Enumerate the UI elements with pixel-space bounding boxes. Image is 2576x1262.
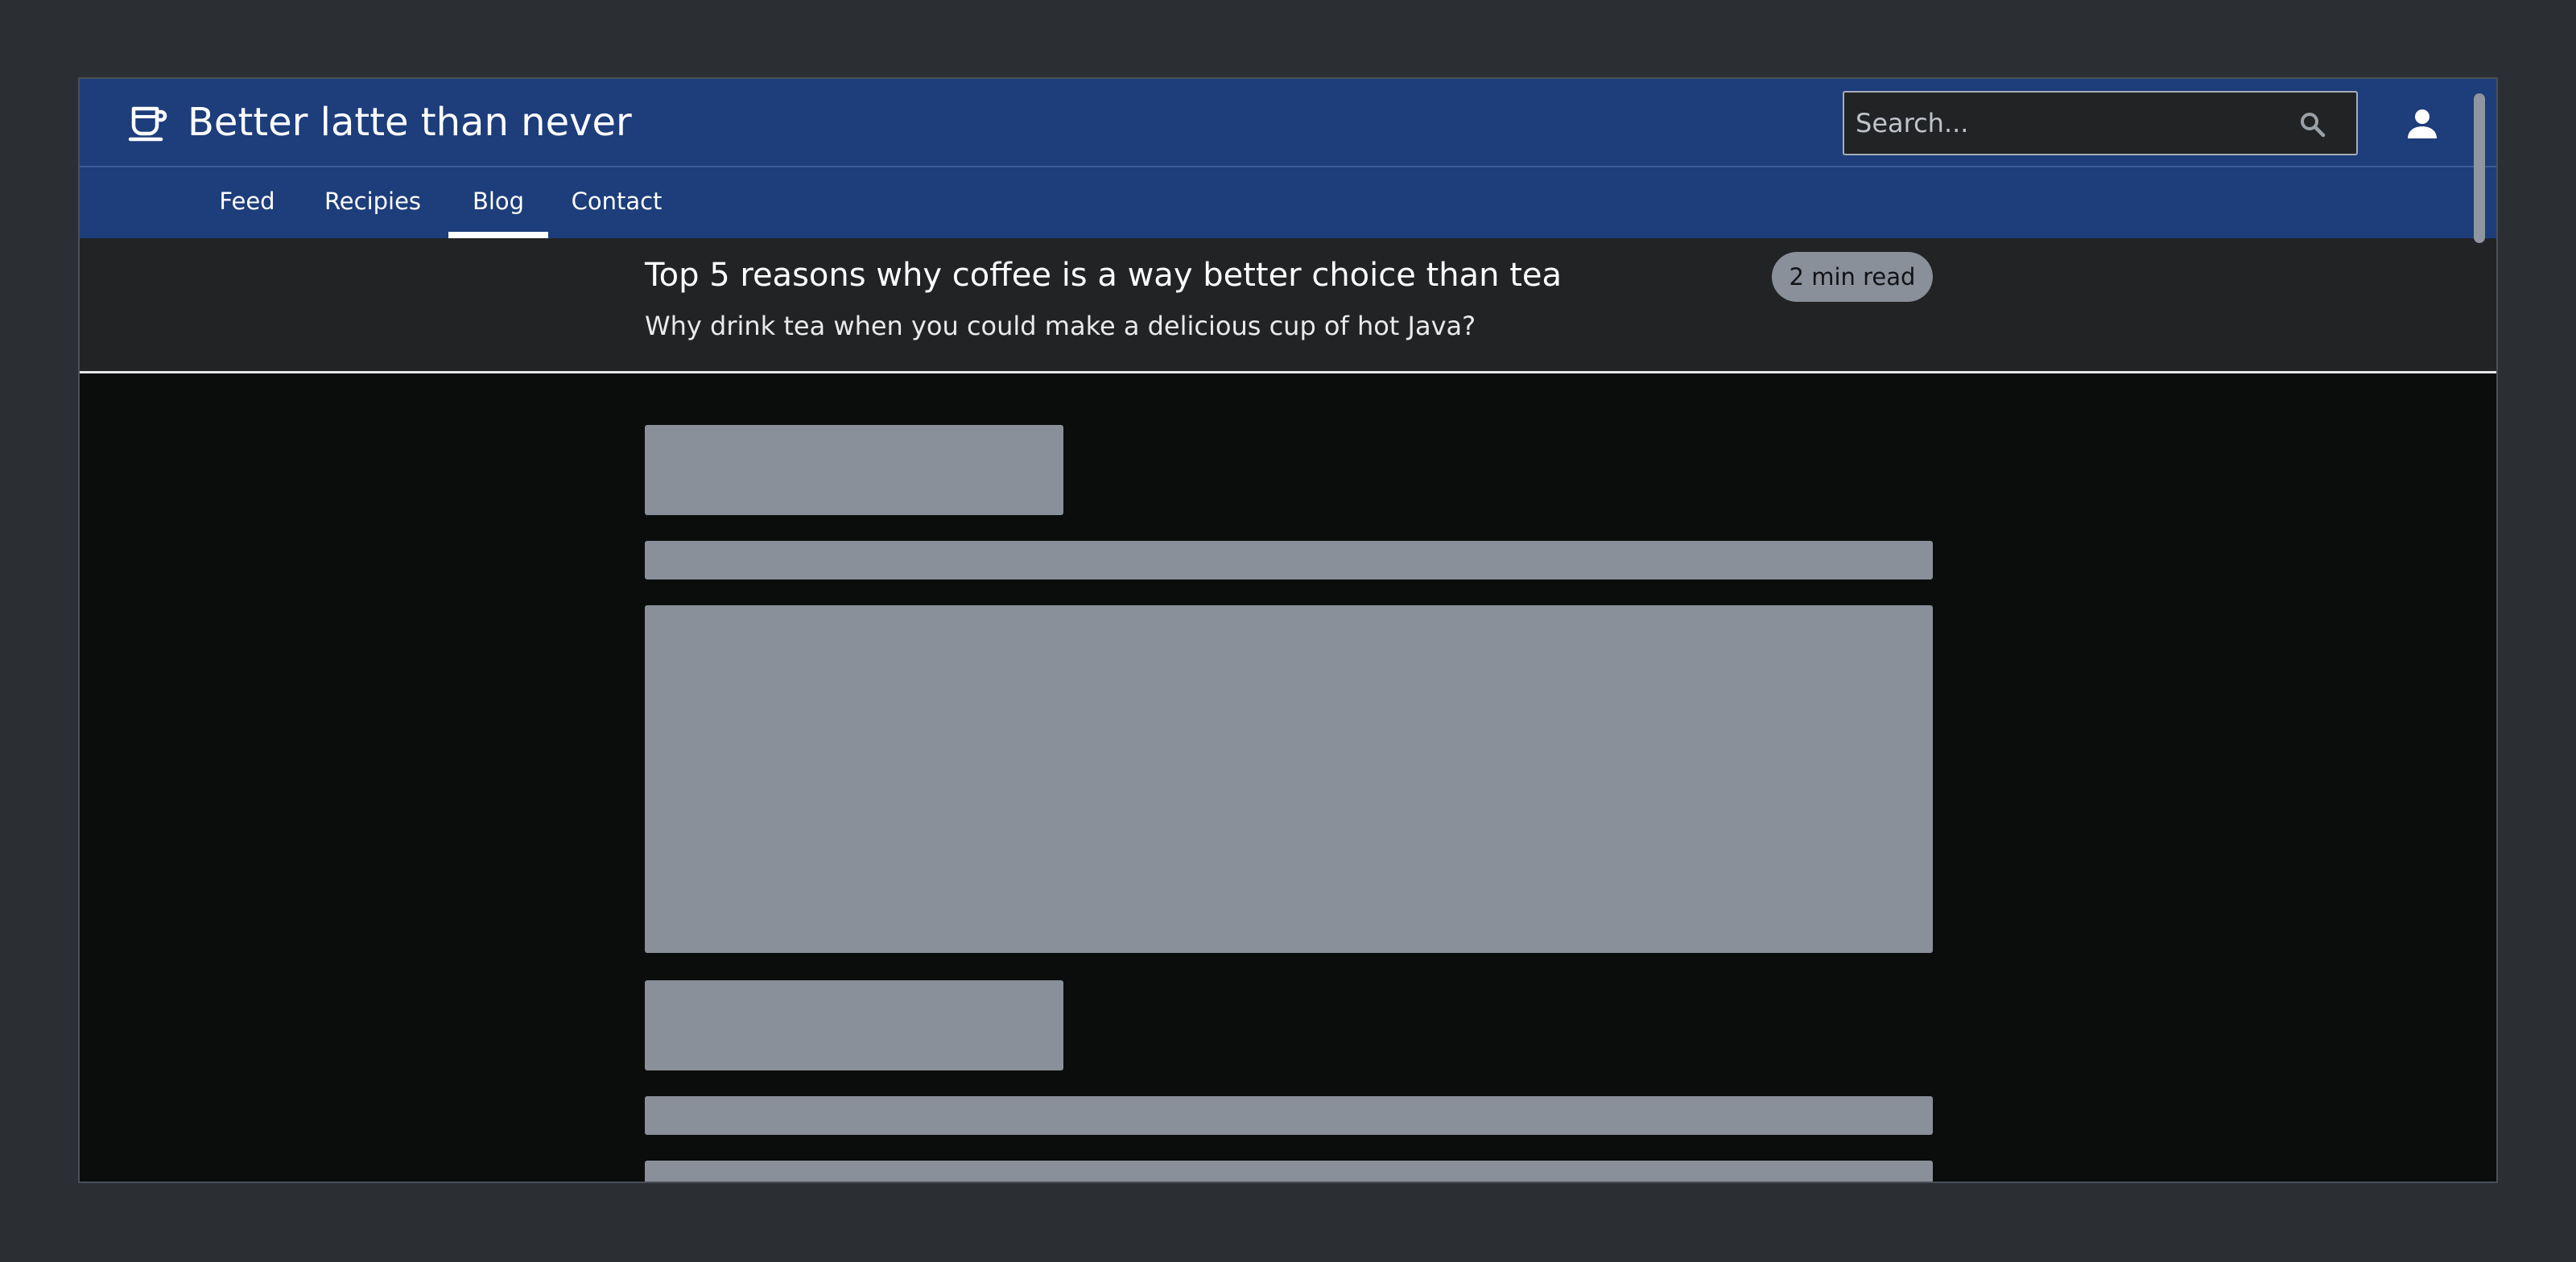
scrollbar-thumb[interactable] [2474,93,2485,243]
skeleton-text-line [645,1096,1933,1135]
article-subtitle: Why drink tea when you could make a deli… [645,311,1476,341]
app-header: Better latte than never [80,79,2496,167]
app-title[interactable]: Better latte than never [188,98,632,146]
tab-contact[interactable]: Contact [548,167,685,238]
tab-blog[interactable]: Blog [448,167,548,238]
article-header: Top 5 reasons why coffee is a way better… [80,238,2496,373]
read-time-badge: 2 min read [1772,252,1933,302]
skeleton-heading [645,980,1063,1070]
skeleton-text-line [645,1161,1933,1182]
skeleton-image [645,605,1933,953]
skeleton-text-line [645,541,1933,579]
nav-bar: Feed Recipies Blog Contact [80,167,2496,238]
search-input[interactable] [1856,93,2290,154]
skeleton-heading [645,425,1063,515]
search-box[interactable] [1843,91,2358,155]
account-icon[interactable] [2405,106,2440,142]
tab-feed[interactable]: Feed [197,167,297,238]
tab-recipies[interactable]: Recipies [297,167,448,238]
search-icon[interactable] [2298,110,2327,139]
coffee-cup-icon [128,106,167,142]
article-title: Top 5 reasons why coffee is a way better… [645,257,1563,294]
app-window: Better latte than never Feed Recipies Bl… [78,77,2498,1183]
